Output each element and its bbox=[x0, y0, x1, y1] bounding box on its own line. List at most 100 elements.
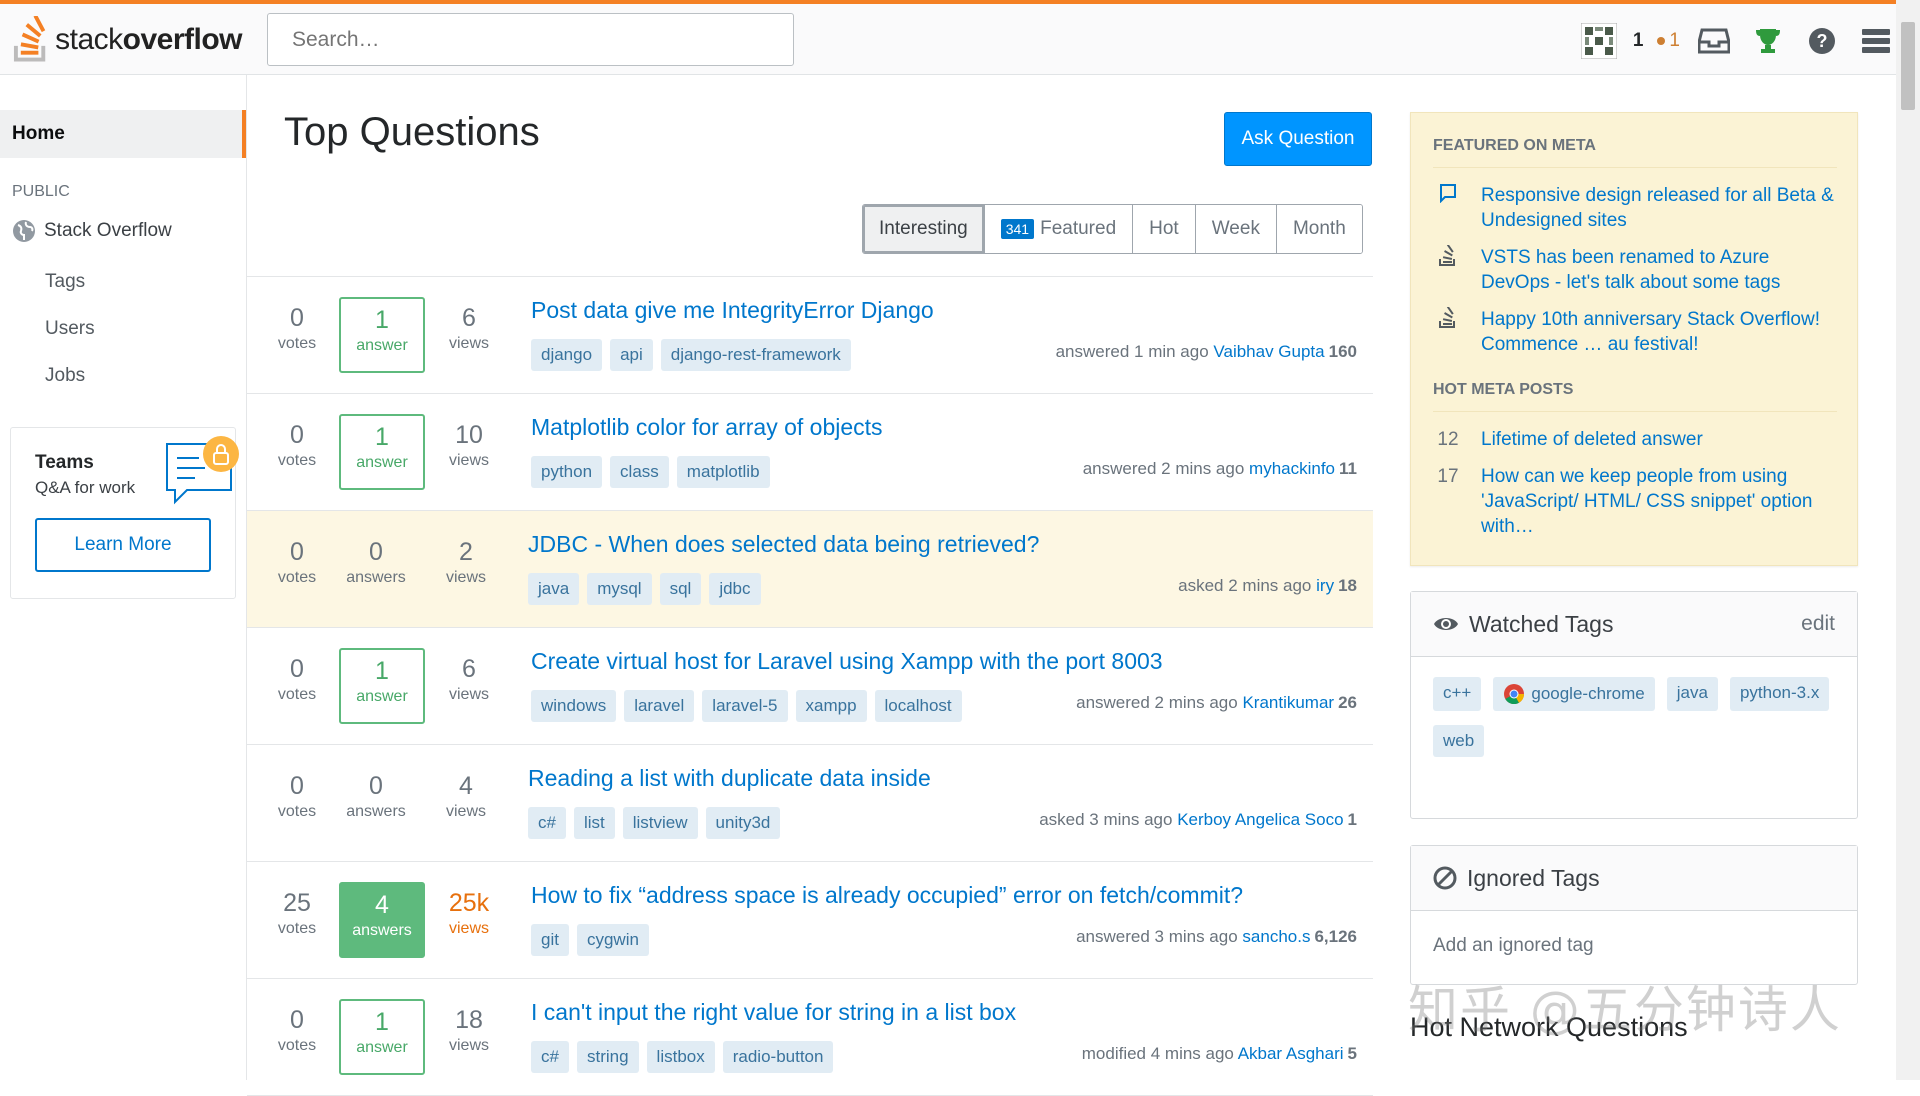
tag[interactable]: python bbox=[531, 456, 603, 488]
question-tags: java mysql sql jdbc bbox=[528, 573, 761, 605]
user-link[interactable]: Kerboy Angelica Soco bbox=[1177, 810, 1343, 829]
watched-tags-edit-link[interactable]: edit bbox=[1801, 612, 1835, 636]
divider bbox=[1433, 167, 1837, 168]
tag[interactable]: django bbox=[531, 339, 603, 371]
tag[interactable]: xampp bbox=[795, 690, 867, 722]
tag[interactable]: mysql bbox=[587, 573, 652, 605]
nav-tags[interactable]: Tags bbox=[45, 271, 85, 293]
tag[interactable]: matplotlib bbox=[676, 456, 770, 488]
question-title-link[interactable]: Reading a list with duplicate data insid… bbox=[528, 765, 931, 792]
question-row: 0 votes 0 answers 4 views Reading a list wi… bbox=[247, 745, 1373, 862]
inbox-icon[interactable] bbox=[1694, 21, 1734, 61]
featured-link[interactable]: VSTS has been renamed to Azure DevOps - … bbox=[1481, 245, 1843, 295]
tag[interactable]: listbox bbox=[646, 1041, 715, 1073]
tag[interactable]: unity3d bbox=[705, 807, 781, 839]
tab-week[interactable]: Week bbox=[1194, 205, 1276, 253]
avatar-identicon bbox=[1580, 23, 1617, 59]
answer-count-accepted: 4 answers bbox=[339, 882, 425, 958]
tag[interactable]: c++ bbox=[1433, 677, 1482, 711]
tag[interactable]: web bbox=[1433, 725, 1485, 757]
tag[interactable]: cygwin bbox=[576, 924, 649, 956]
tag[interactable]: string bbox=[576, 1041, 639, 1073]
avatar[interactable] bbox=[1579, 21, 1619, 61]
ask-question-button[interactable]: Ask Question bbox=[1224, 112, 1372, 166]
help-icon[interactable]: ? bbox=[1802, 21, 1842, 61]
question-tags: django api django-rest-framework bbox=[531, 339, 851, 371]
question-activity: asked 3 mins ago Kerboy Angelica Soco 1 bbox=[1039, 810, 1357, 829]
user-link[interactable]: Krantikumar bbox=[1242, 693, 1334, 712]
tag[interactable]: c# bbox=[528, 807, 566, 839]
featured-link[interactable]: Responsive design released for all Beta … bbox=[1481, 183, 1843, 233]
site-switcher-icon[interactable] bbox=[1856, 21, 1896, 61]
answer-count: 1 answer bbox=[339, 414, 425, 490]
tag[interactable]: sql bbox=[659, 573, 702, 605]
tab-interesting[interactable]: Interesting bbox=[863, 205, 984, 253]
tag[interactable]: django-rest-framework bbox=[660, 339, 851, 371]
tag[interactable]: class bbox=[610, 456, 669, 488]
learn-more-button[interactable]: Learn More bbox=[35, 518, 211, 572]
divider bbox=[1433, 411, 1837, 412]
question-tags: c# list listview unity3d bbox=[528, 807, 781, 839]
tag[interactable]: listview bbox=[622, 807, 698, 839]
tag[interactable]: api bbox=[610, 339, 653, 371]
question-title-link[interactable]: Create virtual host for Laravel using Xa… bbox=[531, 648, 1163, 675]
tag[interactable]: java bbox=[1666, 677, 1718, 711]
tag[interactable]: laravel bbox=[624, 690, 695, 722]
tag[interactable]: java bbox=[528, 573, 580, 605]
scrollbar-thumb[interactable] bbox=[1901, 22, 1915, 110]
user-link[interactable]: iry bbox=[1316, 576, 1334, 595]
bronze-badge-count: 1 bbox=[1657, 30, 1680, 52]
hot-meta-item: 12 Lifetime of deleted answer bbox=[1433, 427, 1843, 452]
watched-tags-box: Watched Tags edit c++ google-chrome java… bbox=[1410, 591, 1858, 819]
featured-item: Happy 10th anniversary Stack Overflow! C… bbox=[1433, 306, 1843, 357]
logo[interactable]: stackoverflow bbox=[12, 14, 243, 66]
nav-jobs[interactable]: Jobs bbox=[45, 365, 85, 387]
nav-home[interactable]: Home bbox=[0, 110, 246, 158]
search-input[interactable] bbox=[267, 13, 794, 66]
top-bar: stackoverflow 1 1 ? bbox=[0, 0, 1920, 75]
tag[interactable]: localhost bbox=[874, 690, 962, 722]
user-link[interactable]: sancho.s bbox=[1242, 927, 1310, 946]
user-link[interactable]: Vaibhav Gupta bbox=[1213, 342, 1324, 361]
question-title-link[interactable]: Matplotlib color for array of objects bbox=[531, 414, 883, 441]
question-title-link[interactable]: I can't input the right value for string… bbox=[531, 999, 1016, 1026]
tag[interactable]: laravel-5 bbox=[702, 690, 788, 722]
hot-meta-link[interactable]: How can we keep people from using 'JavaS… bbox=[1481, 464, 1843, 539]
stack-logo-small-icon bbox=[1433, 306, 1463, 357]
tag[interactable]: c# bbox=[531, 1041, 569, 1073]
nav-stack-overflow[interactable]: Stack Overflow bbox=[12, 219, 172, 243]
teams-title: Teams bbox=[35, 452, 94, 473]
question-title-link[interactable]: Post data give me IntegrityError Django bbox=[531, 297, 934, 324]
question-tags: windows laravel laravel-5 xampp localhos… bbox=[531, 690, 962, 722]
question-title-link[interactable]: JDBC - When does selected data being ret… bbox=[528, 531, 1039, 558]
featured-link[interactable]: Happy 10th anniversary Stack Overflow! C… bbox=[1481, 307, 1843, 357]
tag[interactable]: google-chrome bbox=[1493, 677, 1655, 711]
answer-count: 1 answer bbox=[339, 648, 425, 724]
hot-meta-heading: HOT META POSTS bbox=[1433, 381, 1574, 398]
tag[interactable]: git bbox=[531, 924, 569, 956]
tab-featured[interactable]: 341 Featured bbox=[983, 205, 1133, 253]
tag[interactable]: radio-button bbox=[722, 1041, 834, 1073]
tag[interactable]: windows bbox=[531, 690, 617, 722]
featured-heading: FEATURED ON META bbox=[1433, 137, 1596, 154]
teams-promo: Teams Q&A for work Learn More bbox=[10, 427, 239, 599]
answer-count: 0 answers bbox=[346, 538, 406, 586]
user-link[interactable]: Akbar Asghari bbox=[1238, 1044, 1344, 1063]
tag[interactable]: jdbc bbox=[709, 573, 761, 605]
user-link[interactable]: myhackinfo bbox=[1249, 459, 1335, 478]
achievements-trophy-icon[interactable] bbox=[1748, 21, 1788, 61]
page-scrollbar[interactable] bbox=[1896, 0, 1920, 1080]
view-count: 10 views bbox=[448, 421, 489, 469]
view-count: 6 views bbox=[448, 304, 489, 352]
question-title-link[interactable]: How to fix “address space is already occ… bbox=[531, 882, 1243, 909]
vote-count: 0 votes bbox=[277, 772, 317, 820]
question-activity: answered 2 mins ago Krantikumar 26 bbox=[1076, 693, 1357, 712]
nav-users[interactable]: Users bbox=[45, 318, 95, 340]
view-count-hot: 25k views bbox=[448, 889, 490, 937]
tab-hot[interactable]: Hot bbox=[1132, 205, 1195, 253]
hot-meta-link[interactable]: Lifetime of deleted answer bbox=[1481, 427, 1703, 452]
nav-section-public: PUBLIC bbox=[12, 183, 70, 200]
tag[interactable]: list bbox=[573, 807, 615, 839]
tag[interactable]: python-3.x bbox=[1729, 677, 1830, 711]
tab-month[interactable]: Month bbox=[1275, 205, 1362, 253]
